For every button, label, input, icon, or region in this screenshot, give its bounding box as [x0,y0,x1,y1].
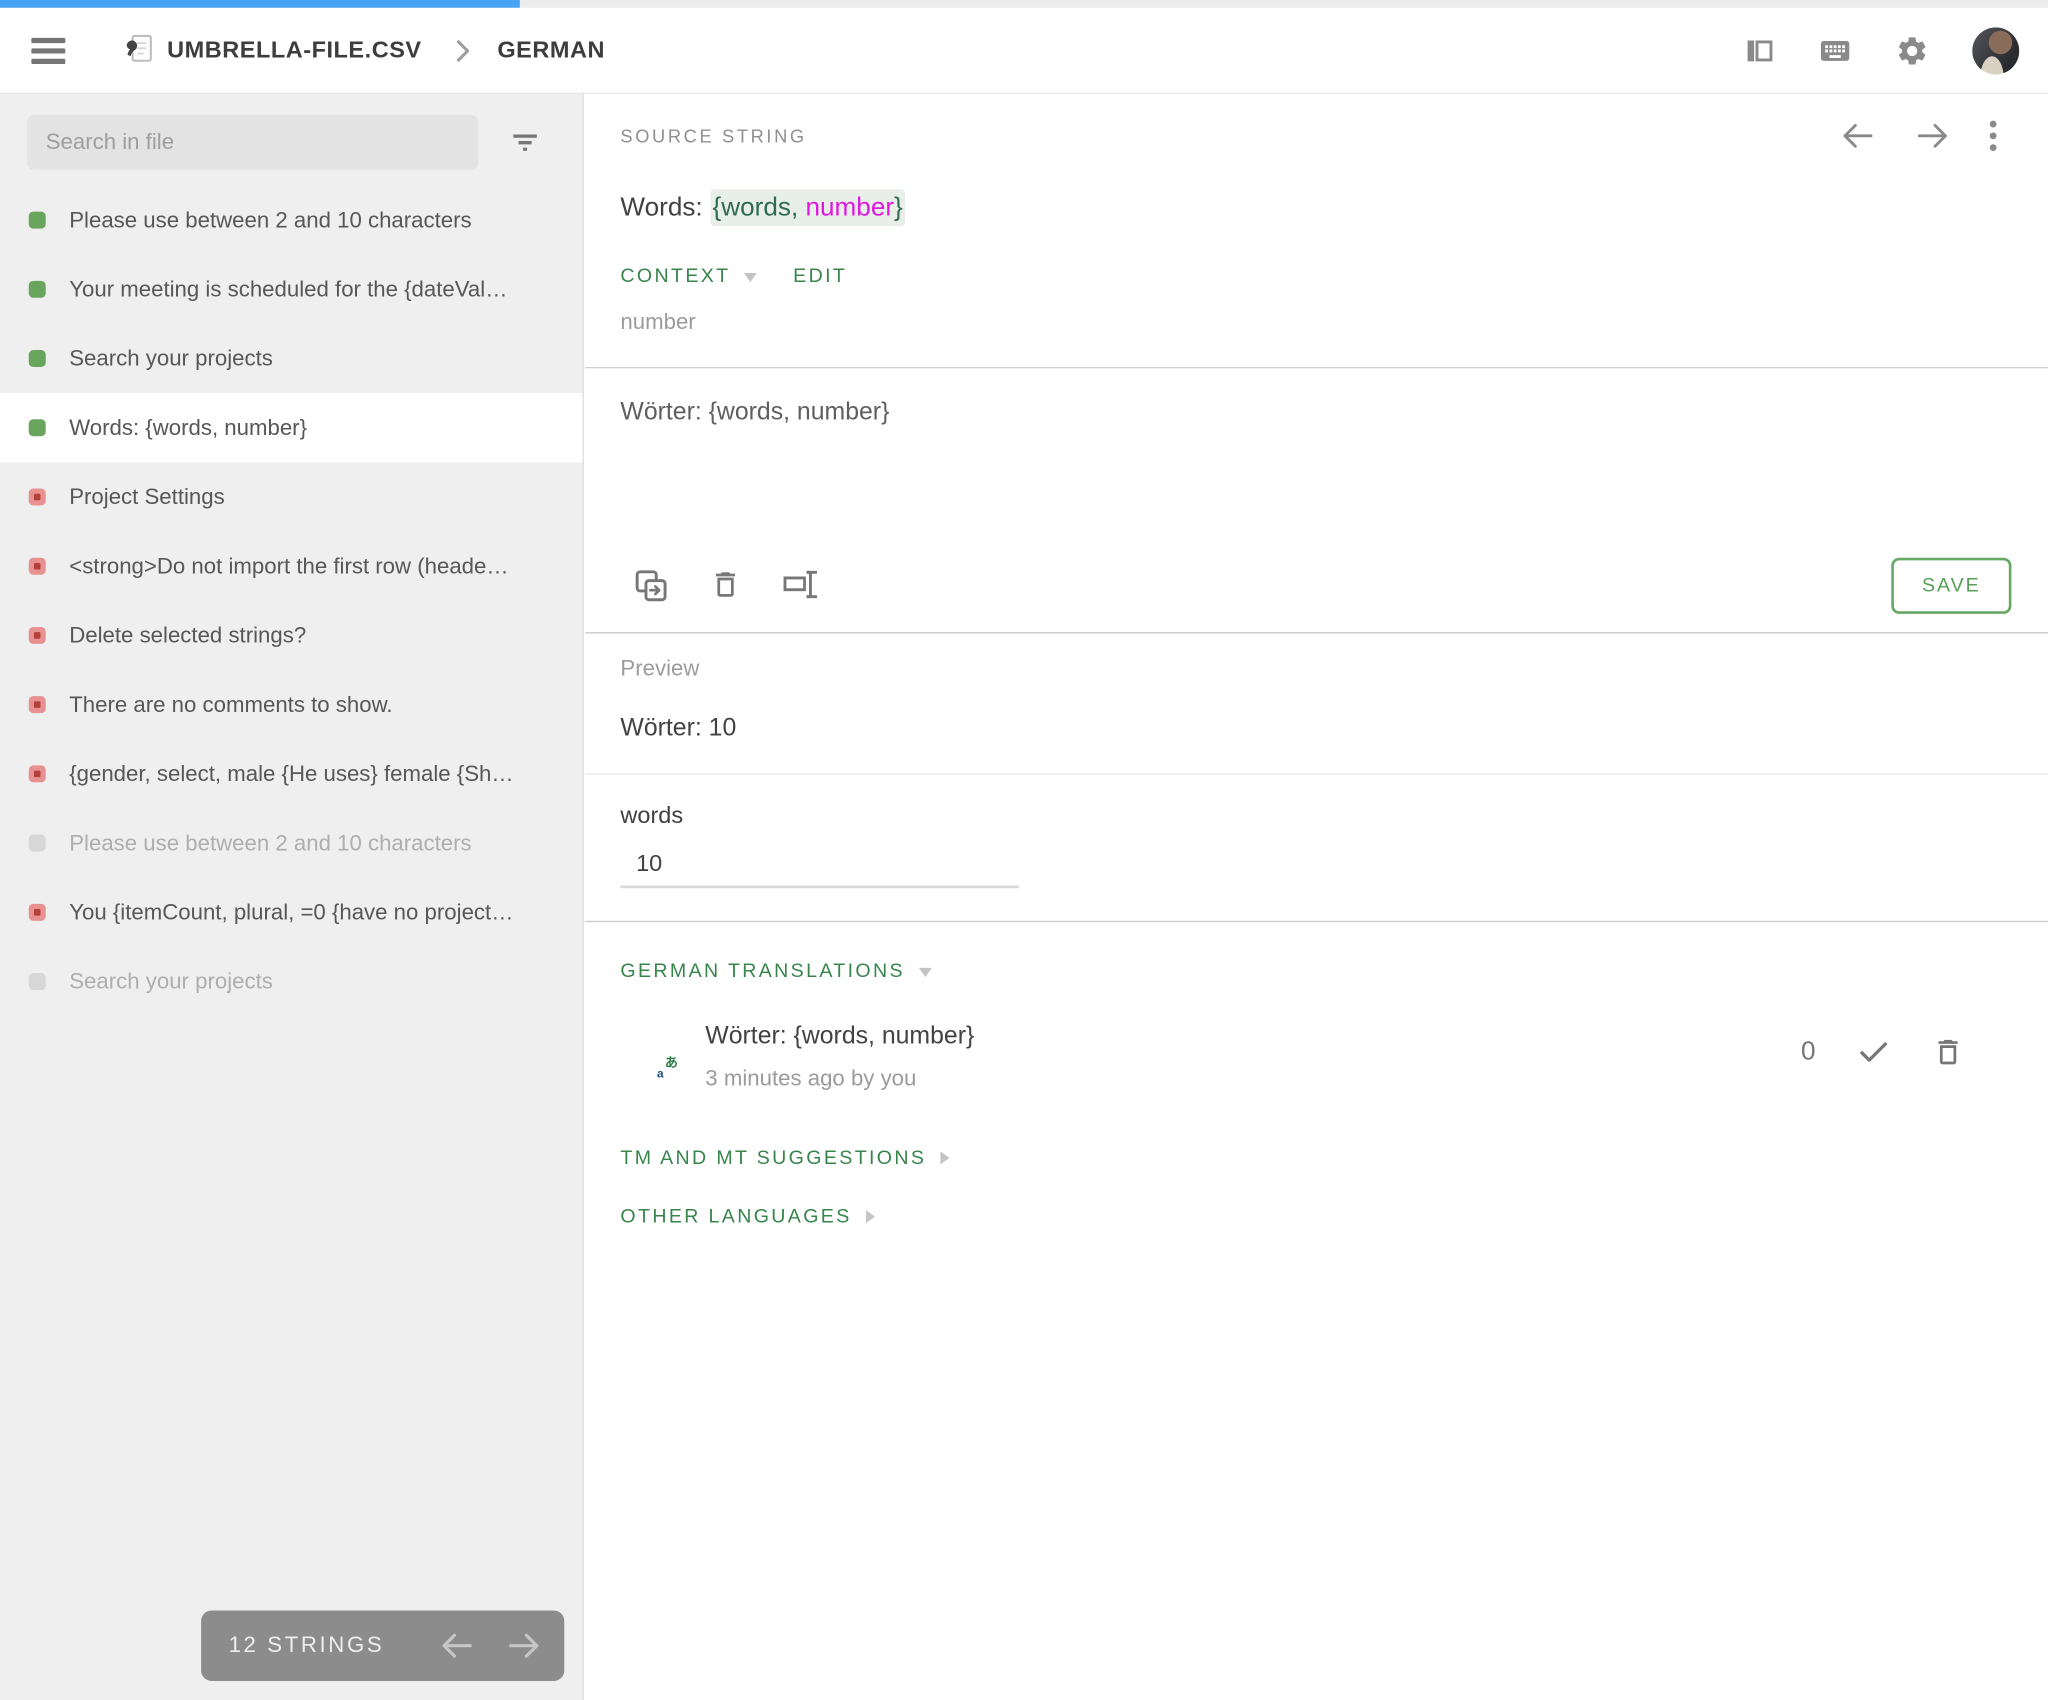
string-status-indicator [28,488,46,506]
strings-count-label: 12 STRINGS [228,1632,385,1658]
string-status-indicator [28,834,46,852]
translation-entry-meta: 3 minutes ago by you [705,1065,917,1091]
string-list-item[interactable]: Please use between 2 and 10 characters [0,808,583,877]
pill-prev-icon[interactable] [440,1631,474,1660]
context-toggle[interactable]: CONTEXT [620,265,730,287]
string-list-item[interactable]: Words: {words, number} [0,393,583,463]
preview-rendered-text: Wörter: 10 [620,714,737,742]
prev-string-icon[interactable] [1840,121,1875,150]
string-list-item[interactable]: Your meeting is scheduled for the {dateV… [0,255,583,324]
top-bar: UMBRELLA-FILE.CSV GERMAN [0,7,2048,95]
translation-entry: あa Wörter: {words, number} 3 minutes ago… [585,1023,2048,1092]
select-placeholder-icon[interactable] [782,568,820,603]
file-progress-bar [0,0,2048,8]
context-edit-button[interactable]: EDIT [793,265,847,287]
string-label: Search your projects [69,345,273,371]
translate-badge-icon: あa [656,1056,678,1081]
string-label: Please use between 2 and 10 characters [69,830,472,855]
editor-main-panel: SOURCE STRING Words: {words, number} CON… [585,94,2048,1700]
string-list-item[interactable]: Please use between 2 and 10 characters [0,185,583,254]
translation-entry-text: Wörter: {words, number} [705,1022,975,1051]
menu-icon[interactable] [31,33,66,67]
string-label: {gender, select, male {He uses} female {… [69,760,514,786]
vote-count: 0 [1800,1037,1816,1066]
string-status-indicator [28,626,46,644]
string-list-item[interactable]: Search your projects [0,947,583,1016]
string-label: <strong>Do not import the first row (hea… [69,553,509,578]
source-string-text: Words: {words, number} [620,189,2011,226]
string-label: Delete selected strings? [69,622,307,648]
string-status-indicator [28,696,46,714]
tm-suggestions-toggle[interactable]: TM AND MT SUGGESTIONS [585,1147,2048,1169]
translations-header[interactable]: GERMAN TRANSLATIONS [620,960,905,982]
string-list-item[interactable]: {gender, select, male {He uses} female {… [0,739,583,808]
string-status-indicator [28,350,46,368]
kebab-menu-icon[interactable] [1989,119,1997,153]
string-label: There are no comments to show. [69,691,393,717]
keyboard-icon[interactable] [1818,33,1852,67]
translator-avatar: あa [620,1023,678,1080]
translation-editor-app: UMBRELLA-FILE.CSV GERMAN Pl [0,0,2048,1700]
source-string-section: SOURCE STRING Words: {words, number} CON… [585,94,2048,369]
preview-header: Preview [620,655,700,681]
approve-check-icon[interactable] [1856,1034,1891,1069]
preview-section: Preview Wörter: 10 words [585,633,2048,923]
split-view-icon[interactable] [1744,35,1775,66]
delete-translation-icon[interactable] [709,568,742,603]
strings-sidebar: Please use between 2 and 10 characters Y… [0,94,584,1700]
string-label: Words: {words, number} [69,414,307,440]
string-status-indicator [28,280,46,298]
pill-next-icon[interactable] [507,1631,541,1660]
string-label: Please use between 2 and 10 characters [69,207,472,232]
string-label: Your meeting is scheduled for the {dateV… [69,276,508,302]
breadcrumb-file-name[interactable]: UMBRELLA-FILE.CSV [167,37,421,64]
strings-count-pill: 12 STRINGS [201,1610,565,1681]
copy-source-icon[interactable] [633,568,668,603]
string-list-item[interactable]: There are no comments to show. [0,670,583,739]
breadcrumb-language[interactable]: GERMAN [497,37,605,64]
string-status-indicator [28,765,46,783]
string-list-item[interactable]: You {itemCount, plural, =0 {have no proj… [0,878,583,947]
string-list-item[interactable]: Search your projects [0,324,583,393]
save-button[interactable]: SAVE [1891,557,2012,614]
chevron-right-icon [453,37,471,63]
param-label: words [620,801,684,829]
csv-file-icon [123,33,154,67]
translation-editor[interactable]: Wörter: {words, number} [585,368,2048,531]
param-value-input[interactable] [620,847,1019,889]
dropdown-arrow-icon [742,270,759,283]
icu-placeholder[interactable]: {words, number} [709,189,906,226]
string-label: You {itemCount, plural, =0 {have no proj… [69,899,514,925]
string-status-indicator [28,211,46,229]
context-value: number [620,309,696,335]
delete-entry-icon[interactable] [1932,1036,1965,1069]
translation-editor-section: Wörter: {words, number} SAVE [585,368,2048,634]
string-status-indicator [28,903,46,921]
string-list-item[interactable]: Project Settings [0,462,583,531]
user-avatar[interactable] [1972,26,2020,74]
other-languages-toggle[interactable]: OTHER LANGUAGES [585,1206,2048,1280]
translations-section: GERMAN TRANSLATIONS あa Wörter: {words, n… [585,922,2048,1280]
string-status-indicator [28,419,46,437]
string-status-indicator [28,557,46,575]
expand-arrow-icon [863,1208,876,1225]
dropdown-arrow-icon [917,965,934,978]
string-status-indicator [28,973,46,991]
gear-icon[interactable] [1895,33,1929,67]
string-list: Please use between 2 and 10 characters Y… [0,185,583,1016]
expand-arrow-icon [938,1149,951,1166]
string-label: Search your projects [69,968,273,994]
next-string-icon[interactable] [1915,121,1950,150]
string-label: Project Settings [69,483,225,509]
source-string-header: SOURCE STRING [620,125,807,147]
filter-icon[interactable] [509,127,540,158]
string-list-item[interactable]: <strong>Do not import the first row (hea… [0,532,583,601]
search-input[interactable] [27,114,479,170]
file-progress-fill [0,0,521,8]
string-list-item[interactable]: Delete selected strings? [0,601,583,670]
